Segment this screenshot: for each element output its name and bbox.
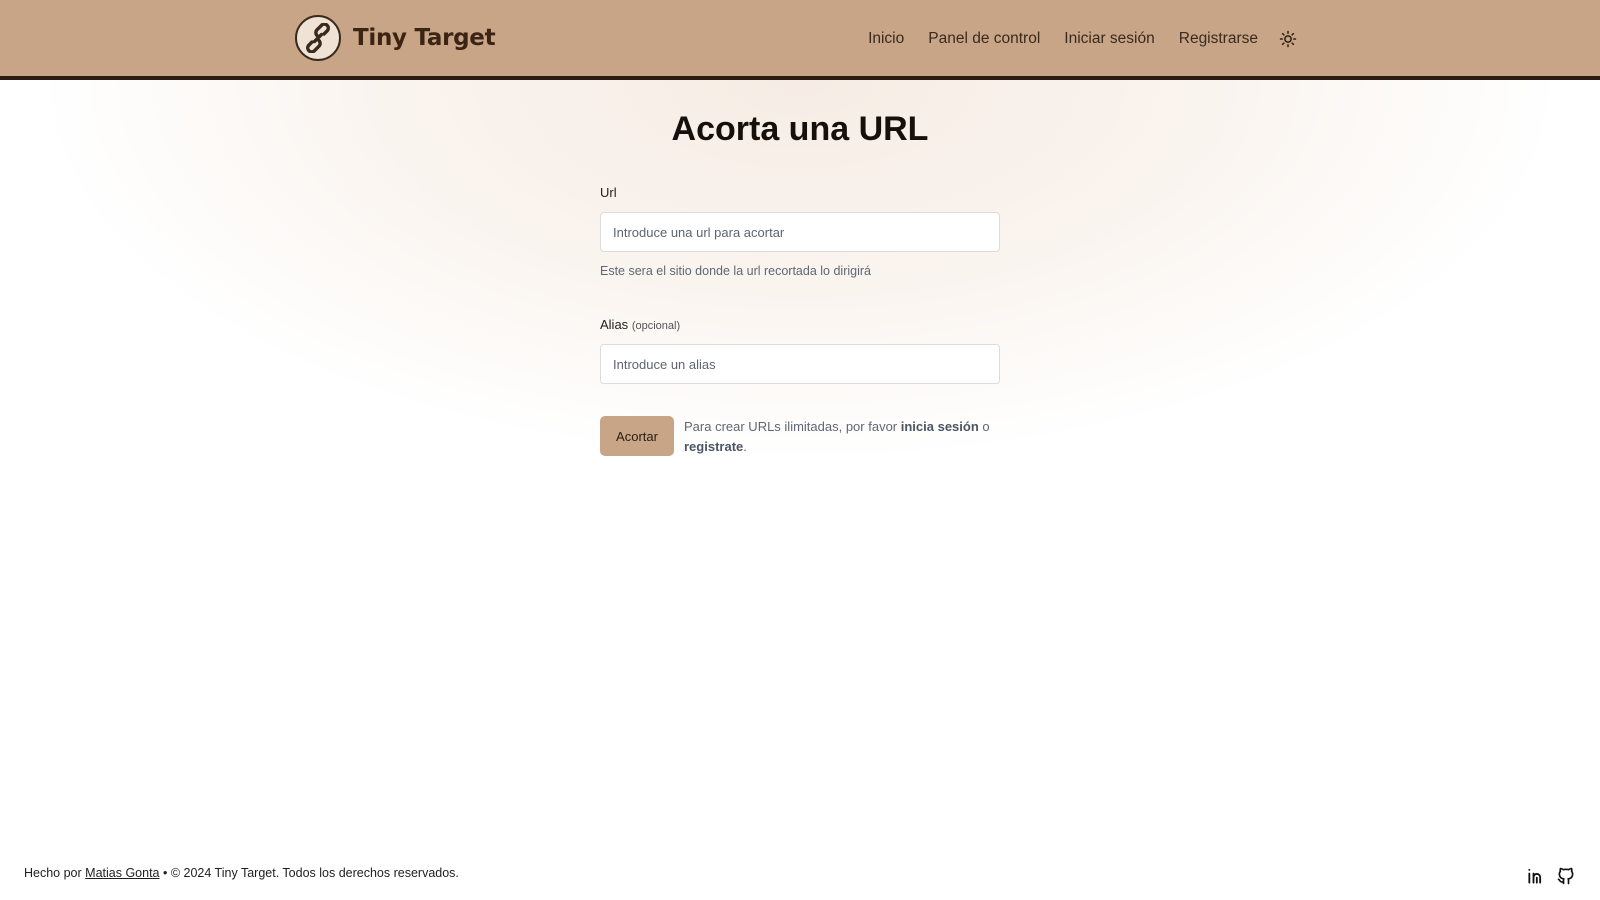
login-prompt-text-after: . xyxy=(743,439,747,454)
footer-prefix: Hecho por xyxy=(24,866,86,880)
author-link[interactable]: Matias Gonta xyxy=(85,866,159,880)
social-links xyxy=(1526,866,1576,886)
github-icon[interactable] xyxy=(1556,866,1576,886)
url-field-group: Url Este sera el sitio donde la url reco… xyxy=(600,184,1000,282)
brand-link[interactable]: Tiny Target xyxy=(295,14,496,62)
top-navbar: Tiny Target Inicio Panel de control Inic… xyxy=(0,0,1600,80)
shorten-form: Url Este sera el sitio donde la url reco… xyxy=(600,184,1000,457)
alias-label-row: Alias (opcional) xyxy=(600,316,1000,334)
url-input[interactable] xyxy=(600,212,1000,252)
alias-input[interactable] xyxy=(600,344,1000,384)
url-label: Url xyxy=(600,185,617,200)
footer-credits: Hecho por Matias Gonta • © 2024 Tiny Tar… xyxy=(24,866,459,880)
login-prompt-text-before: Para crear URLs ilimitadas, por favor xyxy=(684,419,901,434)
footer-copyright: • © 2024 Tiny Target. Todos los derechos… xyxy=(159,866,459,880)
nav-iniciar-sesion[interactable]: Iniciar sesión xyxy=(1064,30,1154,48)
alias-field-group: Alias (opcional) xyxy=(600,316,1000,384)
login-link[interactable]: inicia sesión xyxy=(901,419,979,434)
theme-toggle-button[interactable] xyxy=(1276,27,1300,51)
login-prompt-text-middle: o xyxy=(978,419,990,434)
alias-optional-tag: (opcional) xyxy=(631,320,681,332)
nav-inicio[interactable]: Inicio xyxy=(868,30,904,48)
login-prompt: Para crear URLs ilimitadas, por favor in… xyxy=(684,416,994,457)
form-actions: Acortar Para crear URLs ilimitadas, por … xyxy=(600,416,1000,457)
url-hint: Este sera el sitio donde la url recortad… xyxy=(600,264,871,278)
brand-name: Tiny Target xyxy=(353,25,496,51)
main-nav: Inicio Panel de control Iniciar sesión R… xyxy=(844,22,1300,56)
page-title: Acorta una URL xyxy=(671,110,929,148)
chain-link-logo-icon xyxy=(295,15,341,61)
nav-registrarse[interactable]: Registrarse xyxy=(1179,30,1258,48)
linkedin-icon[interactable] xyxy=(1526,866,1546,886)
shorten-button[interactable]: Acortar xyxy=(600,416,674,456)
nav-panel-de-control[interactable]: Panel de control xyxy=(928,30,1040,48)
alias-label: Alias xyxy=(600,317,629,332)
register-link[interactable]: registrate xyxy=(684,439,743,454)
sun-icon xyxy=(1279,30,1297,48)
